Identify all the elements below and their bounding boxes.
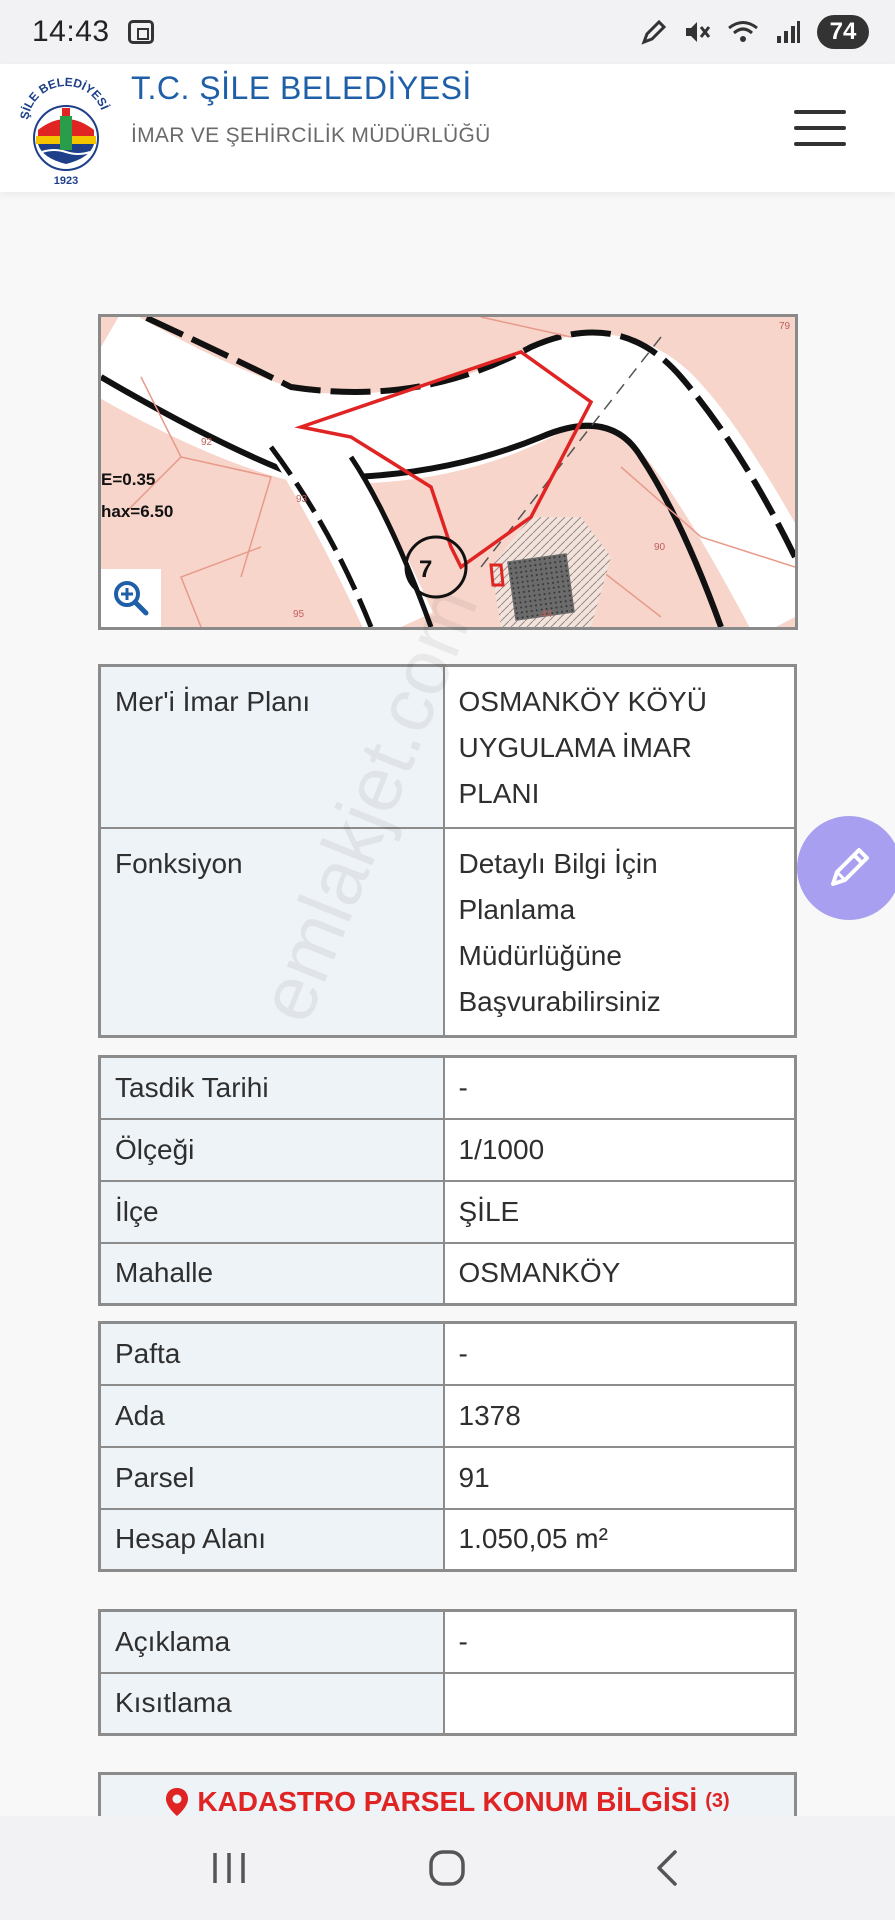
table-value: OSMANKÖY KÖYÜ UYGULAMA İMAR PLANI <box>442 664 797 829</box>
table-value: ŞİLE <box>442 1179 797 1244</box>
table-row: Pafta - <box>98 1321 797 1386</box>
floating-edit-button[interactable] <box>797 816 895 920</box>
magnifier-plus-icon <box>114 581 149 616</box>
pen-icon <box>831 848 869 886</box>
zoning-map[interactable]: E=0.35 hax=6.50 7 92 93 90 95 79 44 <box>98 314 798 630</box>
home-icon <box>429 1850 466 1886</box>
table-row: Tasdik Tarihi - <box>98 1055 797 1120</box>
table-label: Hesap Alanı <box>98 1507 445 1572</box>
svg-text:7: 7 <box>419 556 432 583</box>
table-value: OSMANKÖY <box>442 1241 797 1306</box>
table-row: Ada 1378 <box>98 1383 797 1448</box>
status-time: 14:43 <box>32 15 110 48</box>
svg-text:44: 44 <box>541 609 553 620</box>
status-bar: 14:43 74 <box>0 0 895 64</box>
table-row: Kısıtlama <box>98 1671 797 1736</box>
table-row: Mahalle OSMANKÖY <box>98 1241 797 1306</box>
site-subtitle: İMAR VE ŞEHİRCİLİK MÜDÜRLÜĞÜ <box>131 124 491 147</box>
table-value <box>442 1671 797 1736</box>
status-icons: 74 <box>641 15 869 49</box>
svg-text:E=0.35: E=0.35 <box>101 470 155 489</box>
table-value: 1/1000 <box>442 1117 797 1182</box>
table-label: Kısıtlama <box>98 1671 445 1736</box>
notes-info-table: Açıklama - Kısıtlama <box>98 1609 797 1736</box>
table-value: 91 <box>442 1445 797 1510</box>
table-value: Detaylı Bilgi İçin Planlama Müdürlüğüne … <box>442 827 797 1038</box>
table-label: Tasdik Tarihi <box>98 1055 445 1120</box>
svg-text:1923: 1923 <box>54 175 78 187</box>
plan-info-table: Mer'i İmar Planı OSMANKÖY KÖYÜ UYGULAMA … <box>98 664 797 1038</box>
table-label: Pafta <box>98 1321 445 1386</box>
parcel-info-table: Pafta - Ada 1378 Parsel 91 Hesap Alanı 1… <box>98 1321 797 1572</box>
table-value: - <box>442 1055 797 1120</box>
zoom-in-button[interactable] <box>101 569 161 627</box>
recent-apps-button[interactable] <box>199 1838 259 1898</box>
table-label: Parsel <box>98 1445 445 1510</box>
svg-text:90: 90 <box>654 542 666 553</box>
table-value: - <box>442 1609 797 1674</box>
site-header: ŞİLE BELEDİYESİ 1923 T.C. ŞİLE BELEDİYES… <box>0 64 895 192</box>
system-navigation-bar <box>0 1816 895 1920</box>
signal-icon <box>777 21 800 43</box>
table-row: Mer'i İmar Planı OSMANKÖY KÖYÜ UYGULAMA … <box>98 664 797 829</box>
table-label: Mahalle <box>98 1241 445 1306</box>
table-row: Hesap Alanı 1.050,05 m² <box>98 1507 797 1572</box>
back-chevron-icon <box>657 1850 677 1886</box>
table-value: - <box>442 1321 797 1386</box>
home-button[interactable] <box>417 1838 477 1898</box>
kadastro-label: KADASTRO PARSEL KONUM BİLGİSİ <box>197 1785 698 1817</box>
table-label: Fonksiyon <box>98 827 445 1038</box>
screenshot-icon <box>127 20 154 44</box>
svg-text:79: 79 <box>779 321 791 332</box>
location-pin-icon <box>166 1787 189 1816</box>
wifi-icon <box>728 21 758 42</box>
svg-text:93: 93 <box>296 494 308 505</box>
table-label: Açıklama <box>98 1609 445 1674</box>
site-title[interactable]: T.C. ŞİLE BELEDİYESİ <box>131 70 472 107</box>
svg-text:92: 92 <box>201 437 213 448</box>
kadastro-count: (3) <box>705 1790 730 1812</box>
recent-apps-icon <box>213 1853 245 1883</box>
back-button[interactable] <box>636 1838 696 1898</box>
table-label: Ada <box>98 1383 445 1448</box>
table-label: Ölçeği <box>98 1117 445 1182</box>
table-label: Mer'i İmar Planı <box>98 664 445 829</box>
location-info-table: Tasdik Tarihi - Ölçeği 1/1000 İlçe ŞİLE … <box>98 1055 797 1306</box>
sile-belediyesi-logo[interactable]: ŞİLE BELEDİYESİ 1923 <box>16 72 116 190</box>
table-row: Açıklama - <box>98 1609 797 1674</box>
table-label: İlçe <box>98 1179 445 1244</box>
table-value: 1378 <box>442 1383 797 1448</box>
table-row: Ölçeği 1/1000 <box>98 1117 797 1182</box>
mute-icon <box>686 22 711 42</box>
map-canvas: E=0.35 hax=6.50 7 92 93 90 95 79 44 <box>101 317 795 627</box>
table-row: Parsel 91 <box>98 1445 797 1510</box>
svg-text:95: 95 <box>293 609 305 620</box>
edit-pen-icon <box>641 19 667 45</box>
table-row: Fonksiyon Detaylı Bilgi İçin Planlama Mü… <box>98 827 797 1038</box>
table-row: İlçe ŞİLE <box>98 1179 797 1244</box>
hamburger-menu-icon[interactable] <box>794 110 846 146</box>
table-value: 1.050,05 m² <box>442 1507 797 1572</box>
battery-level: 74 <box>817 15 869 49</box>
svg-text:hax=6.50: hax=6.50 <box>101 502 173 521</box>
